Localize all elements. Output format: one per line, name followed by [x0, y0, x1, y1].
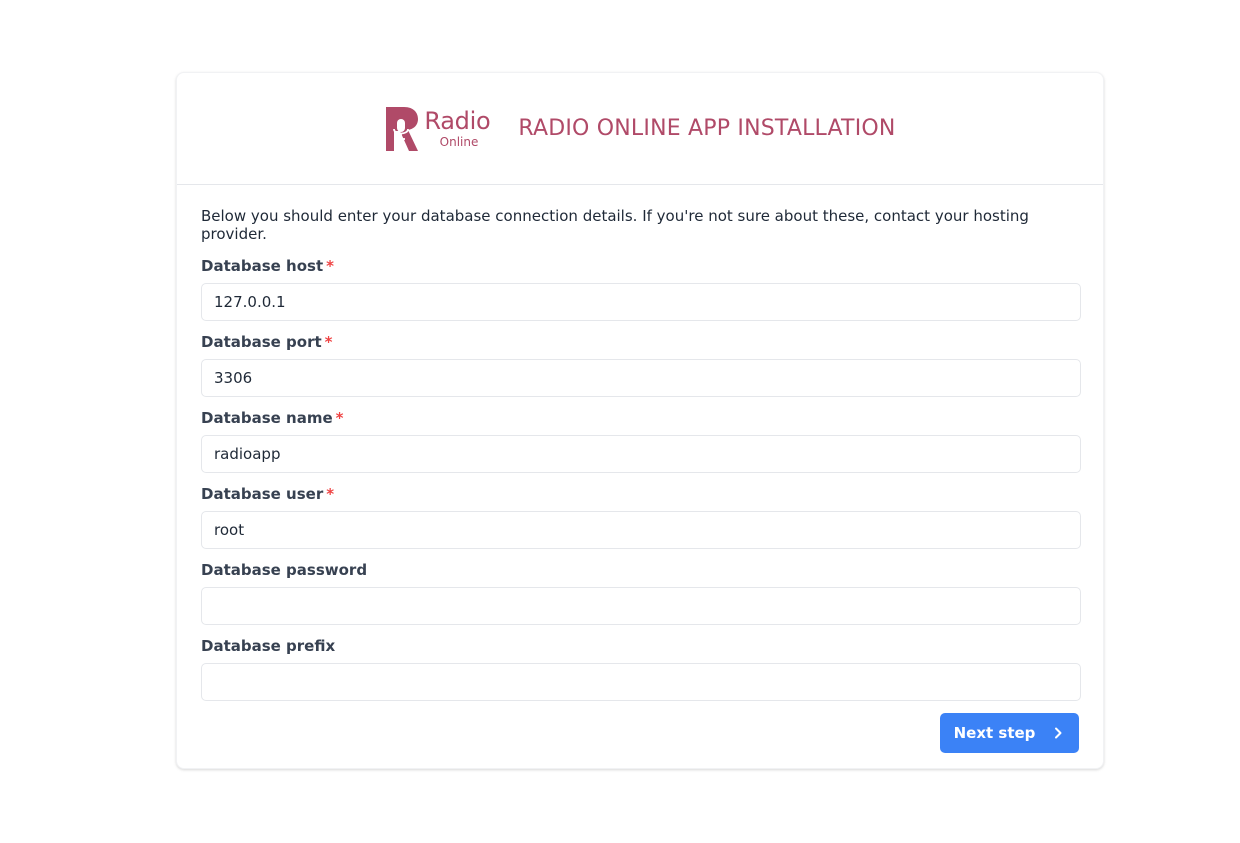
- next-step-button[interactable]: Next step: [940, 713, 1079, 753]
- database-prefix-label-text: Database prefix: [201, 637, 336, 655]
- database-name-label: Database name *: [201, 409, 1079, 427]
- brand: Radio Online RADIO ONLINE APP INSTALLATI…: [384, 105, 895, 153]
- required-marker: *: [326, 485, 335, 503]
- database-port-label-text: Database port: [201, 333, 322, 351]
- installation-card: Radio Online RADIO ONLINE APP INSTALLATI…: [176, 72, 1104, 769]
- logo-word: Radio: [424, 107, 491, 135]
- field-database-user: Database user *: [201, 485, 1081, 549]
- database-prefix-input[interactable]: [201, 663, 1081, 701]
- card-body: Below you should enter your database con…: [177, 185, 1103, 753]
- database-password-input[interactable]: [201, 587, 1081, 625]
- next-step-label: Next step: [953, 724, 1036, 742]
- database-password-label-text: Database password: [201, 561, 368, 579]
- required-marker: *: [326, 257, 334, 275]
- field-database-prefix: Database prefix: [201, 637, 1081, 701]
- field-database-password: Database password: [201, 561, 1081, 625]
- radio-microphone-logo-icon: [386, 106, 419, 151]
- field-database-port: Database port *: [201, 333, 1081, 397]
- logo-text: Radio Online: [424, 109, 490, 148]
- field-database-host: Database host *: [201, 257, 1081, 321]
- card-header: Radio Online RADIO ONLINE APP INSTALLATI…: [177, 73, 1103, 185]
- page-title: RADIO ONLINE APP INSTALLATION: [518, 116, 896, 141]
- database-host-label: Database host *: [201, 257, 1079, 275]
- field-database-name: Database name *: [201, 409, 1081, 473]
- required-marker: *: [335, 409, 344, 427]
- required-marker: *: [324, 333, 333, 351]
- database-password-label: Database password: [201, 561, 1079, 579]
- database-port-label: Database port *: [201, 333, 1079, 351]
- database-host-input[interactable]: [201, 283, 1081, 321]
- database-name-input[interactable]: [201, 435, 1081, 473]
- database-port-input[interactable]: [201, 359, 1081, 397]
- logo-subword: Online: [439, 135, 479, 149]
- form-actions: Next step: [201, 713, 1079, 753]
- database-user-label-text: Database user: [201, 485, 324, 503]
- intro-text: Below you should enter your database con…: [201, 207, 1029, 243]
- database-prefix-label: Database prefix: [201, 637, 1079, 655]
- database-name-label-text: Database name: [201, 409, 333, 427]
- logo: Radio Online: [384, 105, 491, 153]
- database-host-label-text: Database host: [201, 257, 324, 275]
- chevron-right-icon: [1055, 727, 1062, 739]
- database-user-label: Database user *: [201, 485, 1079, 503]
- database-user-input[interactable]: [201, 511, 1081, 549]
